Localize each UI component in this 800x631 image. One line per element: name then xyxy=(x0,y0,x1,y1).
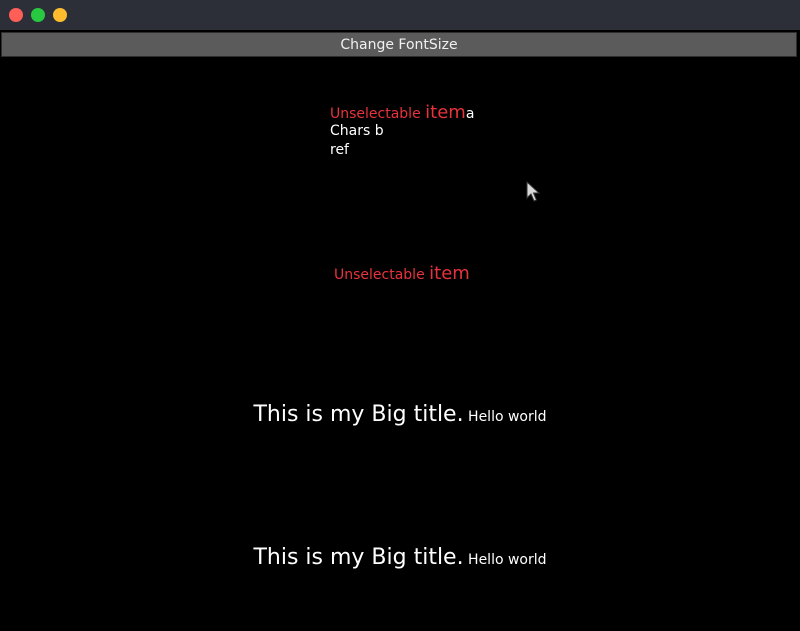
hello-world-text: Hello world xyxy=(463,552,547,568)
unselectable-label-small: Unselectable xyxy=(334,267,430,283)
window-titlebar[interactable] xyxy=(0,0,800,30)
big-title-row: This is my Big title. Hello world xyxy=(0,545,800,570)
text-line-2[interactable]: Chars b xyxy=(330,122,474,141)
unselectable-label-big: item xyxy=(425,102,466,123)
selectable-char[interactable]: a xyxy=(466,106,475,122)
mouse-pointer-icon xyxy=(526,181,540,202)
text-line-3[interactable]: ref xyxy=(330,141,474,160)
close-icon[interactable] xyxy=(9,8,23,22)
big-title: This is my Big title. xyxy=(253,545,464,570)
zoom-icon[interactable] xyxy=(53,8,67,22)
hello-world-text: Hello world xyxy=(463,409,547,425)
text-line-1: Unselectable itema xyxy=(330,103,474,122)
unselectable-item-label: Unselectable item xyxy=(334,263,470,284)
big-title: This is my Big title. xyxy=(253,402,464,427)
big-title-row: This is my Big title. Hello world xyxy=(0,402,800,427)
unselectable-label-big: item xyxy=(429,263,470,284)
app-window: Change FontSize Unselectable itema Chars… xyxy=(0,0,800,631)
unselectable-text-block: Unselectable itema Chars b ref xyxy=(330,103,474,160)
minimize-icon[interactable] xyxy=(31,8,45,22)
unselectable-label-small: Unselectable xyxy=(330,106,426,122)
change-font-size-button[interactable]: Change FontSize xyxy=(1,32,797,57)
